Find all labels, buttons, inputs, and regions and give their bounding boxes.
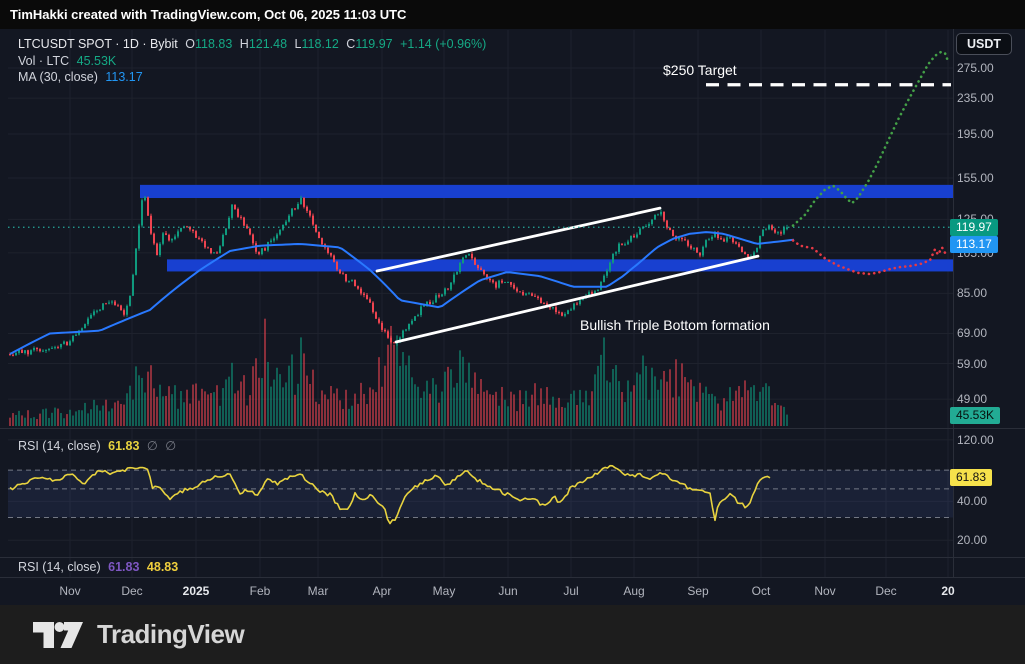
price-axis-label: 195.00 <box>957 127 1021 141</box>
rsi-axis-label: 20.00 <box>957 533 1021 547</box>
ma-legend[interactable]: MA (30, close) 113.17 <box>18 70 147 84</box>
ohlc-open-label: O <box>185 37 195 51</box>
ohlc-high-value: 121.48 <box>249 37 287 51</box>
ohlc-low-value: 118.12 <box>301 37 338 51</box>
price-axis-label: 235.00 <box>957 91 1021 105</box>
time-axis-label: Nov <box>814 584 835 598</box>
rsi-empty-icon-b: ∅ <box>165 439 176 453</box>
tradingview-wordmark[interactable]: TradingView <box>97 619 244 650</box>
price-axis-label: 59.00 <box>957 357 1021 371</box>
price-axis-label: 85.00 <box>957 286 1021 300</box>
symbol-legend[interactable]: LTCUSDT SPOT · 1D · Bybit O118.83 H121.4… <box>18 37 490 51</box>
footer-bar: TradingView <box>0 605 1025 664</box>
ohlc-change: +1.14 (+0.96%) <box>400 37 486 51</box>
time-axis-label: Oct <box>752 584 771 598</box>
volume-value: 45.53K <box>77 54 117 68</box>
time-axis-label: Jul <box>563 584 578 598</box>
tradingview-logo-icon[interactable] <box>33 621 85 649</box>
rsi2-label: RSI (14, close) <box>18 560 101 574</box>
pattern-annotation: Bullish Triple Bottom formation <box>580 317 770 333</box>
rsi-legend[interactable]: RSI (14, close) 61.83 ∅ ∅ <box>18 438 180 453</box>
time-axis-label: Dec <box>875 584 896 598</box>
time-axis-label: Apr <box>373 584 392 598</box>
time-axis-label: Jun <box>498 584 517 598</box>
attribution-text: TimHakki created with TradingView.com, O… <box>10 7 406 22</box>
price-axis-label: 155.00 <box>957 171 1021 185</box>
rsi2-value-1: 61.83 <box>108 560 139 574</box>
ma-value: 113.17 <box>105 70 142 84</box>
price-axis-label: 49.00 <box>957 392 1021 406</box>
rsi-axis-label: 120.00 <box>957 433 1021 447</box>
volume-value-badge: 45.53K <box>950 407 1000 424</box>
price-chart-canvas[interactable] <box>0 0 1025 605</box>
ma-value-badge: 113.17 <box>950 236 998 253</box>
time-axis-label: Sep <box>687 584 708 598</box>
rsi-empty-icon-a: ∅ <box>147 439 158 453</box>
ohlc-close-value: 119.97 <box>355 37 392 51</box>
ohlc-close-label: C <box>346 37 355 51</box>
ohlc-open-value: 118.83 <box>195 37 232 51</box>
target-annotation: $250 Target <box>663 62 737 78</box>
time-axis-label: Dec <box>121 584 142 598</box>
time-axis[interactable]: Nov Dec 2025 Feb Mar Apr May Jun Jul Aug Sep Oct Nov… <box>0 577 1025 605</box>
time-axis-label: Mar <box>308 584 329 598</box>
price-axis-label: 69.00 <box>957 326 1021 340</box>
rsi2-value-2: 48.83 <box>147 560 178 574</box>
rsi-axis-label: 40.00 <box>957 494 1021 508</box>
rsi-label: RSI (14, close) <box>18 439 101 453</box>
time-axis-label: 2025 <box>183 584 210 598</box>
time-axis-label: Nov <box>59 584 80 598</box>
rsi2-legend[interactable]: RSI (14, close) 61.83 48.83 <box>18 560 182 574</box>
volume-label: Vol · LTC <box>18 54 69 68</box>
rsi-value-badge: 61.83 <box>950 469 992 486</box>
currency-button[interactable]: USDT <box>956 33 1012 55</box>
last-price-badge: 119.97 <box>950 219 998 236</box>
time-axis-label: Feb <box>250 584 271 598</box>
time-axis-label: Aug <box>623 584 644 598</box>
ma-label: MA (30, close) <box>18 70 98 84</box>
ohlc-high-label: H <box>240 37 249 51</box>
symbol-title: LTCUSDT SPOT · 1D · Bybit <box>18 37 178 51</box>
rsi-value: 61.83 <box>108 439 139 453</box>
price-axis-label: 275.00 <box>957 61 1021 75</box>
attribution-bar: TimHakki created with TradingView.com, O… <box>0 0 1025 29</box>
time-axis-label: May <box>433 584 456 598</box>
time-axis-label: 20 <box>941 584 954 598</box>
tradingview-chart-screenshot: TimHakki created with TradingView.com, O… <box>0 0 1025 664</box>
volume-legend[interactable]: Vol · LTC 45.53K <box>18 54 120 68</box>
